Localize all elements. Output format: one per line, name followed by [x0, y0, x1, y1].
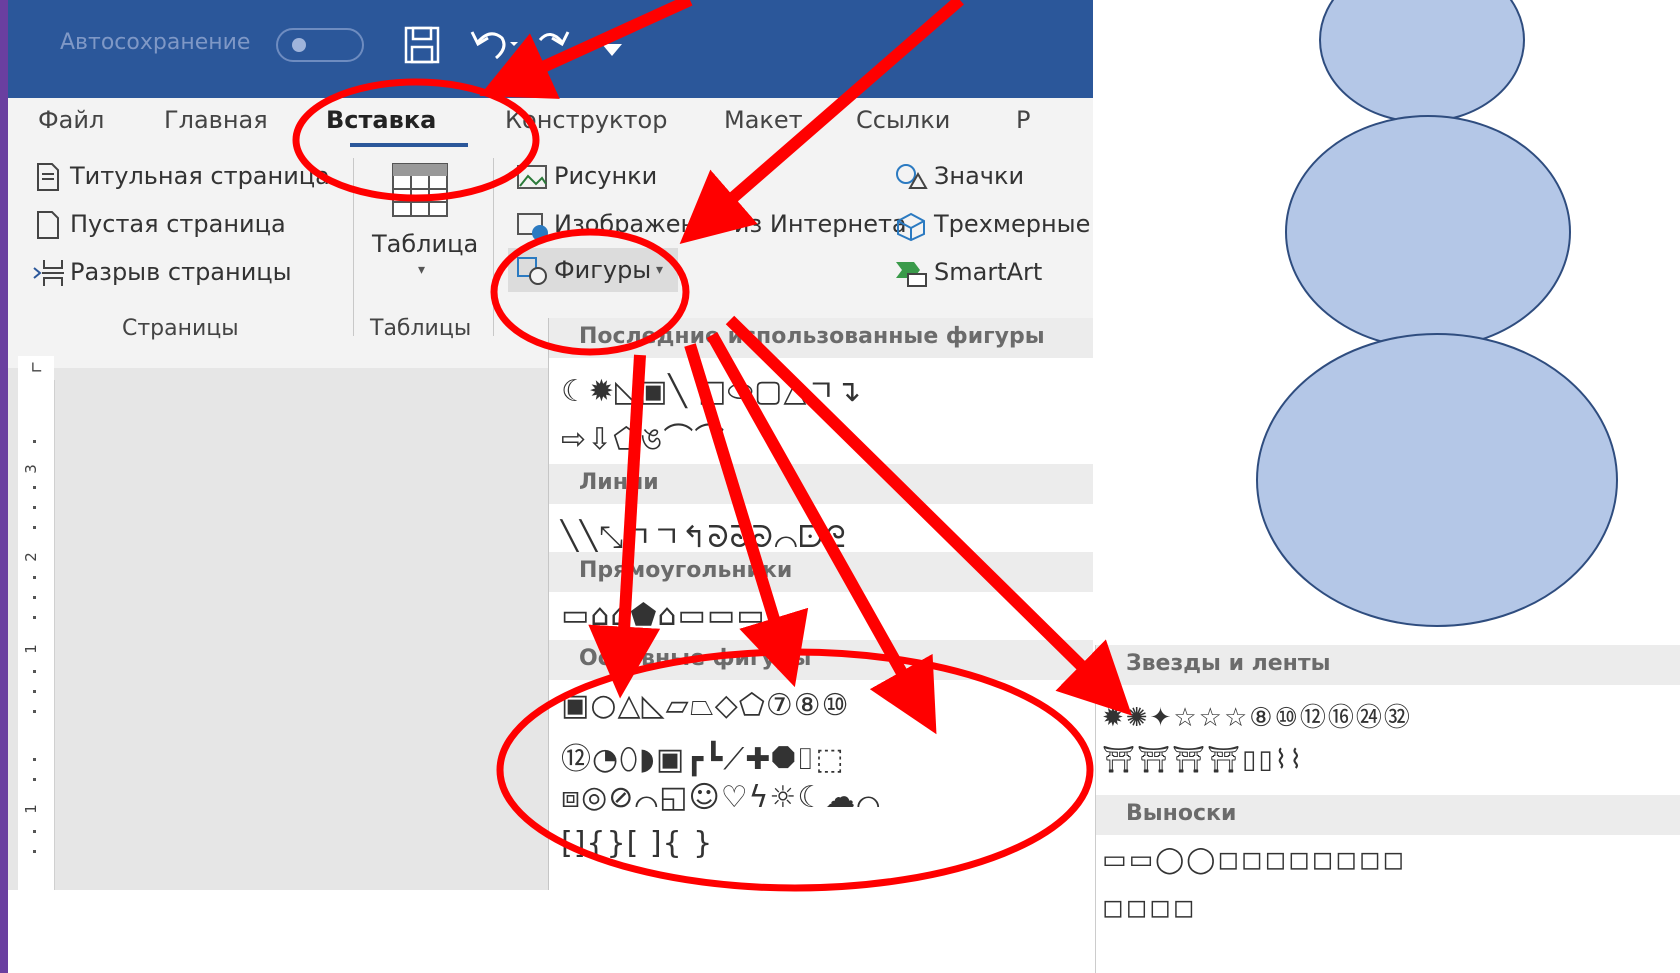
page-break-button[interactable]: Разрыв страницы — [70, 258, 292, 286]
page-break-icon — [33, 260, 64, 286]
pictures-icon — [517, 165, 547, 189]
toggle-knob — [292, 38, 306, 52]
tab-insert[interactable]: Вставка — [326, 106, 436, 134]
tab-stop-icon: ∟ — [30, 358, 44, 377]
pictures-button[interactable]: Рисунки — [554, 162, 657, 190]
shapes-row[interactable]: ☾✹◺▣╲ □⬭▢△ㄱ↴ — [561, 366, 862, 410]
section-title: Звезды и ленты — [1126, 651, 1331, 676]
online-pictures-button[interactable]: Изображения из Интернета — [554, 210, 907, 238]
shapes-row[interactable]: []{}[ ]{ } — [561, 826, 713, 861]
cover-page-button[interactable]: Титульная страница — [70, 162, 330, 190]
ruler-tick — [33, 576, 36, 579]
shapes-row[interactable]: ✹✺✦☆☆☆⑧⑩⑫⑯㉔㉜ — [1102, 697, 1412, 734]
shapes-row[interactable]: ╲╲⤡ㄱㄱ↰ᘐᘐᘐ⌒ᗠᘓ — [561, 512, 847, 556]
shapes-icon — [517, 257, 547, 285]
online-pictures-icon — [517, 213, 548, 241]
undo-icon[interactable] — [468, 24, 518, 64]
section-title: Выноски — [1126, 801, 1237, 826]
vertical-ruler: 3 2 1 1 — [18, 380, 55, 890]
active-tab-indicator — [350, 143, 468, 147]
tab-more[interactable]: Р — [1016, 106, 1030, 134]
snowman-head — [1319, 0, 1525, 123]
ruler-tick — [33, 616, 36, 619]
shapes-row[interactable]: ▭⌂⌂⬟⌂▭▭▭ — [561, 598, 766, 633]
shapes-row[interactable]: ⛩⛩⛩⛩▯▯⌇⌇ — [1102, 745, 1304, 775]
shapes-row[interactable]: ▭▭◯◯◻◻◻◻◻◻◻◻ — [1102, 845, 1406, 875]
3d-models-button[interactable]: Трехмерные — [934, 210, 1090, 238]
table-button[interactable]: Таблица — [372, 230, 478, 258]
table-icon — [392, 163, 448, 217]
ruler-number: 3 — [21, 464, 40, 474]
cover-page-icon — [37, 163, 59, 191]
blank-page-icon — [37, 211, 59, 239]
smartart-button[interactable]: SmartArt — [934, 258, 1042, 286]
snowman-base — [1256, 333, 1618, 627]
ruler-tick — [33, 506, 36, 509]
section-header-recent: Последние использованные фигуры — [549, 318, 1093, 358]
section-title: Прямоугольники — [579, 558, 793, 583]
autosave-label: Автосохранение — [60, 30, 251, 55]
title-bar: Автосохранение — [8, 0, 1093, 98]
section-title: Последние использованные фигуры — [579, 324, 1045, 349]
section-header-stars: Звезды и ленты — [1096, 645, 1680, 685]
section-header-callouts: Выноски — [1096, 795, 1680, 835]
customize-toolbar-icon[interactable] — [598, 30, 626, 60]
ruler-tick — [33, 830, 36, 833]
shapes-button[interactable]: Фигуры — [554, 256, 651, 284]
ruler-tick — [33, 778, 36, 781]
shapes-row[interactable]: ⑫◔⬯◗▣┏┗⟋✚⯃⌷⬚ — [561, 734, 845, 778]
ruler-tick — [33, 670, 36, 673]
group-divider — [493, 158, 494, 336]
ruler-tick — [33, 596, 36, 599]
redo-icon[interactable] — [536, 24, 572, 64]
ruler-number: 1 — [21, 804, 40, 814]
ruler-tick — [33, 690, 36, 693]
3d-models-icon — [897, 212, 925, 242]
section-title: Основные фигуры — [579, 646, 812, 671]
tab-references[interactable]: Ссылки — [856, 106, 950, 134]
section-header-rectangles: Прямоугольники — [549, 552, 1093, 592]
tab-design[interactable]: Конструктор — [505, 106, 667, 134]
tab-home[interactable]: Главная — [164, 106, 268, 134]
tab-file[interactable]: Файл — [38, 106, 104, 134]
snowman-illustration — [1256, 0, 1618, 627]
tab-selector[interactable]: ∟ — [18, 356, 54, 382]
ruler-tick — [33, 710, 36, 713]
tab-layout[interactable]: Макет — [724, 106, 803, 134]
icons-button[interactable]: Значки — [934, 162, 1024, 190]
save-icon[interactable] — [404, 26, 440, 64]
ruler-number: 2 — [21, 552, 40, 562]
word-window: Автосохранение Файл Главная Вставка Конс… — [8, 0, 1093, 890]
pages-group-label: Страницы — [122, 316, 239, 341]
icons-icon — [896, 164, 928, 189]
shapes-dropdown-icon[interactable]: ▾ — [656, 262, 663, 278]
shapes-gallery-continued: Звезды и ленты ✹✺✦☆☆☆⑧⑩⑫⑯㉔㉜ ⛩⛩⛩⛩▯▯⌇⌇ Вын… — [1095, 645, 1680, 973]
shapes-row[interactable]: ◻◻◻◻ — [1102, 893, 1196, 923]
section-header-lines: Линии — [549, 464, 1093, 504]
section-header-basic: Основные фигуры — [549, 640, 1093, 680]
table-dropdown-icon[interactable]: ▾ — [418, 262, 425, 278]
shapes-gallery: Последние использованные фигуры ☾✹◺▣╲ □⬭… — [548, 318, 1093, 890]
group-divider — [353, 158, 354, 336]
tables-group-label: Таблицы — [370, 316, 472, 341]
ruler-number: 1 — [21, 644, 40, 654]
ruler-tick — [33, 850, 36, 853]
section-title: Линии — [579, 470, 659, 495]
shapes-row[interactable]: ▣○△◺▱⏢◇⬠⑦⑧⑩ — [561, 688, 850, 723]
autosave-toggle[interactable] — [276, 28, 364, 62]
ruler-tick — [33, 526, 36, 529]
smartart-icon — [896, 262, 927, 287]
ruler-tick — [33, 440, 36, 443]
snowman-body — [1285, 115, 1571, 349]
ruler-tick — [33, 758, 36, 761]
ribbon-tabs: Файл Главная Вставка Конструктор Макет С… — [8, 98, 1093, 158]
blank-page-button[interactable]: Пустая страница — [70, 210, 286, 238]
shapes-row[interactable]: ⧈◎⊘⌒◱☺♡ϟ☼☾☁⌒ — [561, 780, 881, 815]
ruler-tick — [33, 486, 36, 489]
shapes-row[interactable]: ⇨⇩⬠ঙ⌒⌒ — [561, 414, 725, 466]
slide-edge-strip — [0, 0, 8, 973]
